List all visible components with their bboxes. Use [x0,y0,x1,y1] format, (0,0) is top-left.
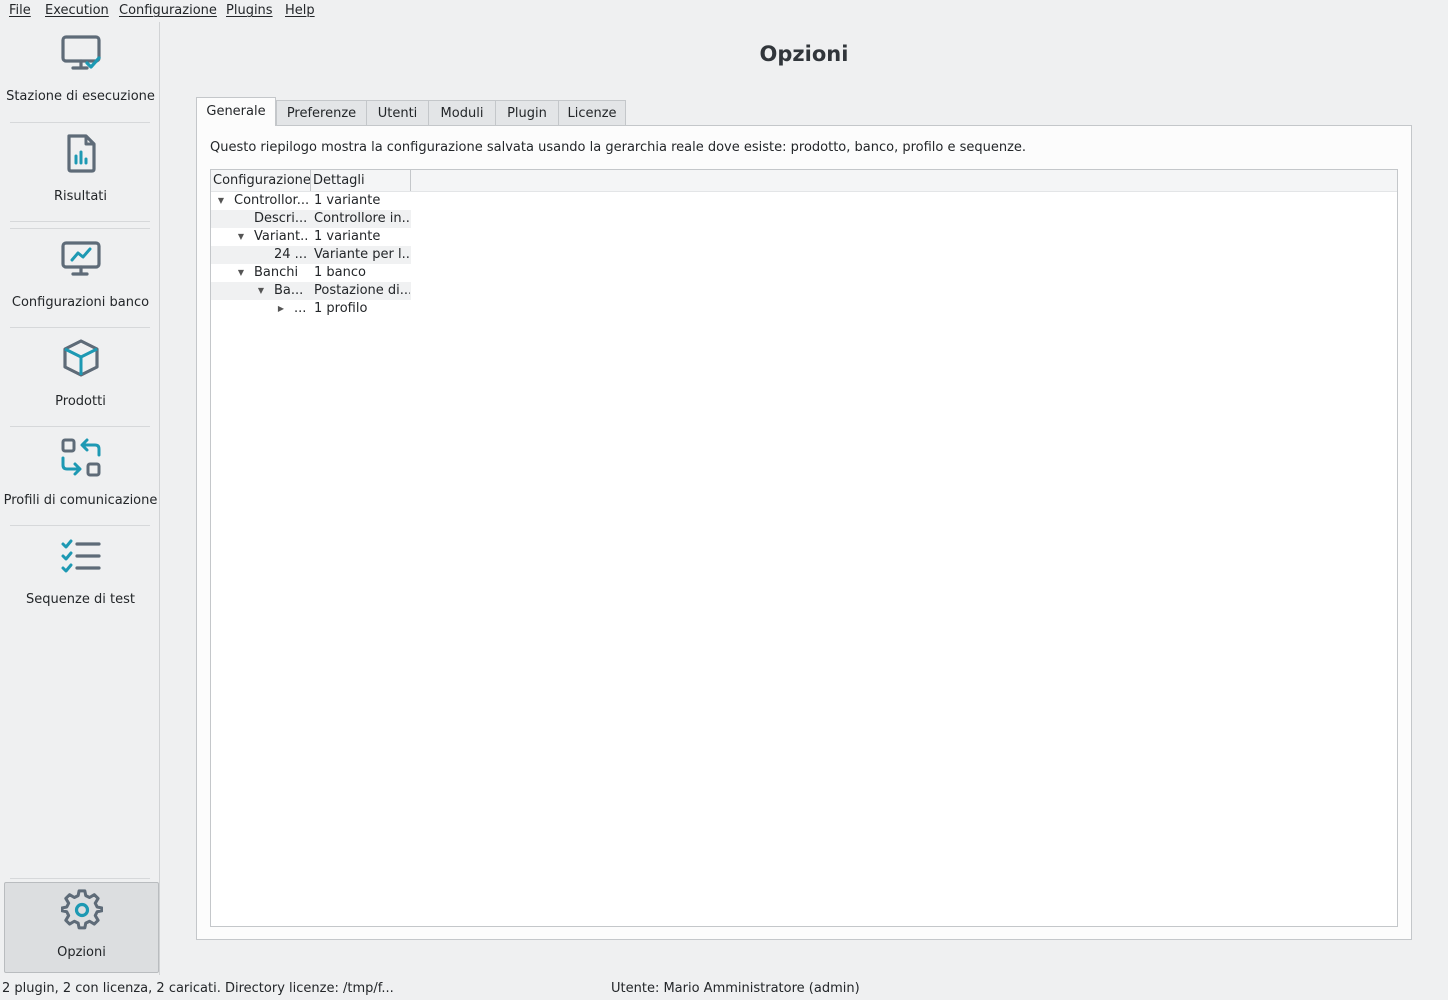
column-header-dettagli[interactable]: Dettagli [313,170,365,191]
tree-cell-details: 1 variante [314,193,381,208]
sidebar-item-label: Profili di comunicazione [3,493,158,508]
expand-arrow-icon[interactable]: ▼ [215,192,227,210]
sidebar-item-label: Prodotti [55,394,106,409]
tab-moduli[interactable]: Moduli [428,100,496,125]
tree-row[interactable]: ▼ Banchi 1 banco [211,264,411,282]
tree-row[interactable]: 24 ... Variante per l... [211,246,411,264]
column-header-configurazione[interactable]: Configurazione [213,170,311,191]
tree-cell-name: Descri... [254,211,308,226]
tree-cell-details: 1 banco [314,265,366,280]
tab-plugin[interactable]: Plugin [495,100,559,125]
sidebar-divider [10,221,150,222]
sidebar-item-configurazioni-banco[interactable]: Configurazioni banco [0,228,161,327]
expand-arrow-icon[interactable]: ▼ [235,264,247,282]
tree-cell-name: Variant... [254,229,308,244]
checklist-icon [61,539,101,573]
collapsed-arrow-icon[interactable]: ▶ [275,300,287,318]
menu-help[interactable]: Help [285,3,315,18]
column-divider[interactable] [310,170,311,191]
report-document-icon [67,134,96,173]
tree-cell-details: Controllore in... [314,211,410,226]
monitor-check-icon [61,35,101,70]
sidebar-item-risultati[interactable]: Risultati [0,122,161,221]
sidebar-item-label: Sequenze di test [26,592,135,607]
monitor-chart-icon [61,241,101,276]
tree-cell-name: Ba... [274,283,304,298]
expand-arrow-icon[interactable]: ▼ [255,282,267,300]
sidebar-item-label: Configurazioni banco [11,295,150,310]
status-plugins: 2 plugin, 2 con licenza, 2 caricati. Dir… [2,981,394,996]
tree-cell-details: 1 variante [314,229,381,244]
swap-arrows-icon [61,438,101,477]
summary-description: Questo riepilogo mostra la configurazion… [210,140,1027,155]
tab-generale[interactable]: Generale [196,97,276,126]
sidebar-item-profili[interactable]: Profili di comunicazione [0,426,161,525]
sidebar-divider [10,878,150,879]
sidebar-item-label: Stazione di esecuzione [6,89,155,104]
tree-row[interactable]: ▼ Ba... Postazione di... [211,282,411,300]
sidebar-item-prodotti[interactable]: Prodotti [0,327,161,426]
tab-utenti[interactable]: Utenti [366,100,429,125]
menu-file[interactable]: File [9,3,31,18]
column-divider[interactable] [410,170,411,191]
gear-icon [61,889,103,930]
menu-bar: File Execution Configurazione Plugins He… [0,0,1448,22]
menu-plugins[interactable]: Plugins [226,3,273,18]
menu-configurazione[interactable]: Configurazione [119,3,217,18]
sidebar: Stazione di esecuzione Risultati Configu… [0,22,160,975]
tree-cell-name: 24 ... [274,247,308,262]
page-title: Opzioni [759,42,849,66]
tree-cell-details: 1 profilo [314,301,368,316]
tree-cell-name: Controllor... [234,193,308,208]
tree-header: Configurazione Dettagli [211,170,1397,192]
tab-preferenze[interactable]: Preferenze [276,100,367,125]
tree-cell-name: Banchi [254,265,299,280]
tree-row[interactable]: ▼ Controllor... 1 variante [211,192,411,210]
tree-cell-details: Variante per l... [314,247,410,262]
tree-row[interactable]: ▶ ... 1 profilo [211,300,411,318]
tree-cell-details: Postazione di... [314,283,410,298]
expand-arrow-icon[interactable]: ▼ [235,228,247,246]
menu-execution[interactable]: Execution [45,3,109,18]
config-tree[interactable]: Configurazione Dettagli ▼ Controllor... … [210,169,1398,927]
status-user: Utente: Mario Amministratore (admin) [611,981,860,996]
tree-row[interactable]: Descri... Controllore in... [211,210,411,228]
sidebar-item-stazione[interactable]: Stazione di esecuzione [0,22,161,121]
tree-cell-name: ... [294,301,307,316]
sidebar-item-sequenze[interactable]: Sequenze di test [0,525,161,624]
sidebar-item-opzioni[interactable]: Opzioni [4,882,159,973]
tab-licenze[interactable]: Licenze [558,100,626,125]
sidebar-item-label: Opzioni [57,945,106,960]
sidebar-item-label: Risultati [53,189,108,204]
box-icon [63,339,99,377]
tree-row[interactable]: ▼ Variant... 1 variante [211,228,411,246]
